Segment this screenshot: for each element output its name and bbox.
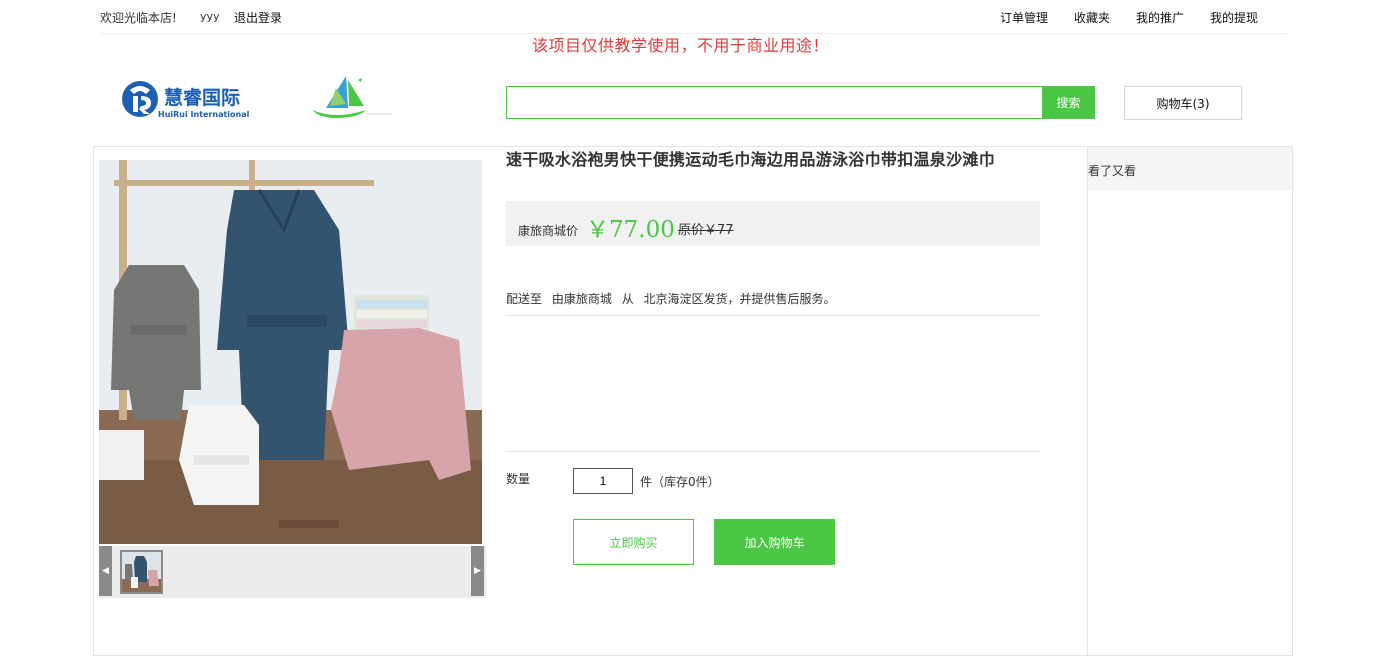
thumbnail-image[interactable] <box>120 550 163 594</box>
search-input[interactable] <box>506 86 1042 119</box>
cart-button[interactable]: 购物车(3) <box>1124 86 1242 120</box>
favorites-link[interactable]: 收藏夹 <box>1074 9 1110 26</box>
quantity-label: 数量 <box>506 472 531 486</box>
product-image <box>99 160 482 544</box>
search-button[interactable]: 搜索 <box>1042 86 1095 119</box>
delivery-by: 由康旅商城 <box>551 292 612 306</box>
original-price: 原价￥77 <box>678 223 734 238</box>
quantity-input[interactable] <box>573 468 633 494</box>
price-label: 康旅商城价 <box>518 224 579 238</box>
thumb-next-icon[interactable]: ▶ <box>471 546 484 596</box>
delivery-label: 配送至 <box>506 292 543 306</box>
logo-sub: HuiRui International <box>158 110 250 119</box>
buy-now-button[interactable]: 立即购买 <box>573 519 694 565</box>
recommend-sidebar: 看了又看 <box>1087 147 1292 655</box>
welcome-text: 欢迎光临本店! <box>100 11 177 25</box>
logo-name: 慧睿国际 <box>164 86 240 109</box>
username: yyy <box>200 10 220 23</box>
promotion-link[interactable]: 我的推广 <box>1136 9 1184 26</box>
recommend-title: 看了又看 <box>1088 147 1292 190</box>
stock-text: 件（库存0件） <box>640 475 720 489</box>
price-value: ￥77.00 <box>586 217 675 243</box>
huirui-logo[interactable]: 慧睿国际 HuiRui International <box>120 78 265 120</box>
thumbnail-strip: ◀ ▶ <box>99 546 486 598</box>
withdraw-link[interactable]: 我的提现 <box>1210 9 1258 26</box>
top-bar: 欢迎光临本店! yyy 退出登录 订单管理 收藏夹 我的推广 我的提现 <box>100 0 1286 34</box>
product-title: 速干吸水浴袍男快干便携运动毛巾海边用品游泳浴巾带扣温泉沙滩巾 <box>506 150 996 169</box>
orders-link[interactable]: 订单管理 <box>1000 9 1048 26</box>
thumb-prev-icon[interactable]: ◀ <box>99 546 112 596</box>
divider <box>506 451 1040 452</box>
sailboat-logo[interactable] <box>306 74 396 124</box>
delivery-desc: 北京海淀区发货，并提供售后服务。 <box>643 292 836 306</box>
price-box: 康旅商城价 ￥77.00 原价￥77 <box>506 201 1040 246</box>
notice-banner: 该项目仅供教学使用，不用于商业用途！ <box>532 36 830 55</box>
account-links: 订单管理 收藏夹 我的推广 我的提现 <box>1000 9 1258 26</box>
delivery-from: 从 <box>621 292 634 306</box>
logout-link[interactable]: 退出登录 <box>234 9 282 26</box>
delivery-info: 配送至 由康旅商城 从 北京海淀区发货，并提供售后服务。 <box>506 290 1040 316</box>
add-to-cart-button[interactable]: 加入购物车 <box>714 519 835 565</box>
